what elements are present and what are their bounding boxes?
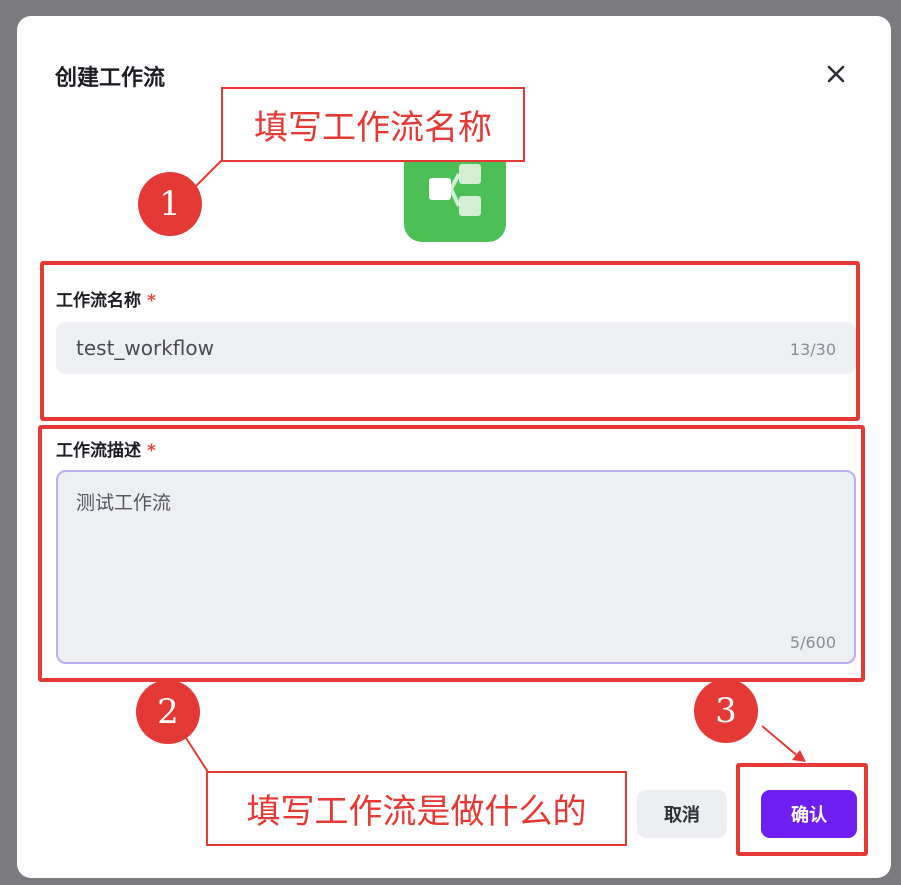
step-2-marker: 2: [136, 680, 200, 744]
callout-fill-description: 填写工作流是做什么的: [206, 771, 627, 846]
cancel-button[interactable]: 取消: [637, 790, 727, 838]
step-3-marker: 3: [694, 679, 758, 743]
highlight-description-field: [38, 425, 865, 682]
dialog-title: 创建工作流: [55, 66, 166, 91]
close-icon: [827, 65, 845, 83]
highlight-confirm-button: [736, 763, 868, 856]
step-1-marker: 1: [138, 172, 202, 236]
close-button[interactable]: [820, 58, 852, 90]
highlight-name-field: [40, 261, 860, 421]
callout-fill-name: 填写工作流名称: [221, 87, 525, 162]
